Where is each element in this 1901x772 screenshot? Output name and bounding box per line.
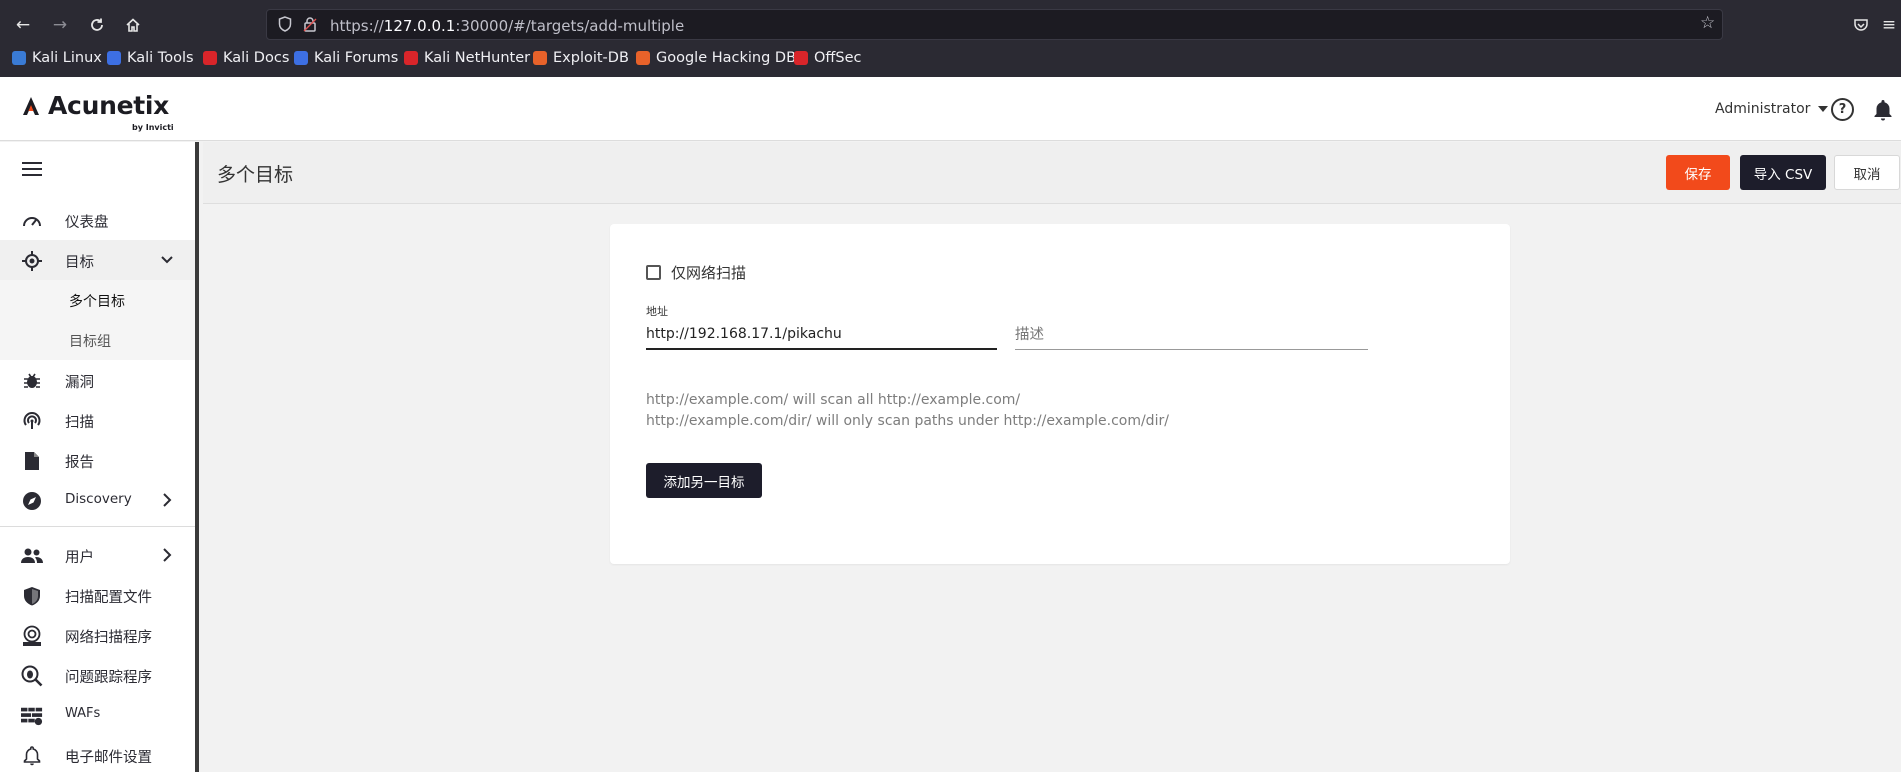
bookmark-kali-tools[interactable]: Kali Tools xyxy=(107,50,194,66)
cancel-button[interactable]: 取消 xyxy=(1834,155,1900,190)
waf-icon xyxy=(21,705,43,727)
sidebar-scrollbar[interactable] xyxy=(195,142,199,772)
forward-icon[interactable]: → xyxy=(47,12,73,38)
kali-icon xyxy=(12,51,26,65)
bookmark-exploit-db[interactable]: Exploit-DB xyxy=(533,50,629,66)
import-csv-button[interactable]: 导入 CSV xyxy=(1740,155,1826,190)
users-icon xyxy=(21,545,43,567)
add-targets-form: 仅网络扫描 地址 http://example.com/ will scan a… xyxy=(610,224,1510,564)
report-icon xyxy=(21,450,43,472)
lock-icon[interactable] xyxy=(303,16,317,36)
sidebar-item-discovery[interactable]: Discovery xyxy=(0,480,195,520)
dashboard-icon xyxy=(21,210,43,232)
sidebar-item-dashboard[interactable]: 仪表盘 xyxy=(0,200,195,240)
chevron-down-icon[interactable] xyxy=(160,250,174,270)
scan-icon xyxy=(21,410,43,432)
sidebar-item-vulnerabilities[interactable]: 漏洞 xyxy=(0,360,195,400)
hamburger-menu-icon[interactable] xyxy=(22,162,42,176)
reload-icon[interactable] xyxy=(84,12,110,38)
ghdb-icon xyxy=(636,51,650,65)
bookmark-google-hacking-db[interactable]: Google Hacking DB xyxy=(636,50,796,66)
sidebar-item-target-groups[interactable]: 目标组 xyxy=(0,320,195,360)
help-text-line-1: http://example.com/ will scan all http:/… xyxy=(646,392,1021,408)
address-bar[interactable]: https://127.0.0.1:30000/#/targets/add-mu… xyxy=(266,9,1723,40)
bookmark-kali-forums[interactable]: Kali Forums xyxy=(294,50,398,66)
sidebar-item-multiple-targets[interactable]: 多个目标 xyxy=(0,280,195,320)
sidebar-item-scan-profiles[interactable]: 扫描配置文件 xyxy=(0,575,195,615)
chevron-right-icon[interactable] xyxy=(160,490,174,510)
browser-chrome: ← → https://127.0.0.1:30000/#/targets/ad… xyxy=(0,0,1901,77)
address-input[interactable] xyxy=(646,320,997,350)
sidebar-divider xyxy=(0,526,195,527)
save-button[interactable]: 保存 xyxy=(1666,155,1730,190)
back-icon[interactable]: ← xyxy=(10,12,36,38)
bell-icon xyxy=(21,745,43,767)
bookmarks-bar: Kali Linux Kali Tools Kali Docs Kali For… xyxy=(0,48,1901,72)
exploit-db-icon xyxy=(533,51,547,65)
sidebar-item-scans[interactable]: 扫描 xyxy=(0,400,195,440)
chevron-right-icon[interactable] xyxy=(160,545,174,565)
sidebar-item-reports[interactable]: 报告 xyxy=(0,440,195,480)
bookmark-kali-linux[interactable]: Kali Linux xyxy=(12,50,102,66)
help-text-line-2: http://example.com/dir/ will only scan p… xyxy=(646,413,1169,429)
bookmark-offsec[interactable]: OffSec xyxy=(794,50,862,66)
star-icon[interactable]: ☆ xyxy=(1700,13,1715,33)
notifications-bell-icon[interactable] xyxy=(1872,98,1894,122)
acunetix-logo-icon xyxy=(23,97,39,115)
url-text[interactable]: https://127.0.0.1:30000/#/targets/add-mu… xyxy=(330,17,684,35)
kali-nethunter-icon xyxy=(404,51,418,65)
user-menu[interactable]: Administrator xyxy=(1715,101,1829,117)
bookmark-kali-docs[interactable]: Kali Docs xyxy=(203,50,289,66)
bug-icon xyxy=(21,370,43,392)
menu-icon[interactable]: ≡ xyxy=(1876,12,1901,38)
page-title: 多个目标 xyxy=(217,164,294,186)
network-only-checkbox[interactable] xyxy=(646,265,661,280)
sidebar-item-issue-trackers[interactable]: 问题跟踪程序 xyxy=(0,655,195,695)
network-only-label: 仅网络扫描 xyxy=(671,264,747,282)
help-icon[interactable]: ? xyxy=(1831,98,1854,121)
kali-forums-icon xyxy=(294,51,308,65)
shield-icon[interactable] xyxy=(278,16,292,36)
bookmark-kali-nethunter[interactable]: Kali NetHunter xyxy=(404,50,530,66)
description-input[interactable] xyxy=(1015,320,1368,350)
sidebar-item-network-scanner[interactable]: 网络扫描程序 xyxy=(0,615,195,655)
address-label: 地址 xyxy=(646,305,668,318)
browser-toolbar: ← → https://127.0.0.1:30000/#/targets/ad… xyxy=(0,6,1901,44)
compass-icon xyxy=(21,490,43,512)
user-name: Administrator xyxy=(1715,101,1811,117)
network-scanner-icon xyxy=(21,625,43,647)
add-another-target-button[interactable]: 添加另一目标 xyxy=(646,463,762,498)
issue-tracker-icon xyxy=(21,665,43,687)
sidebar-item-email-settings[interactable]: 电子邮件设置 xyxy=(0,735,195,772)
sidebar: 仪表盘 目标 多个目标 目标组 漏洞 扫描 报告 Discovery 用户 扫描… xyxy=(0,142,195,772)
offsec-icon xyxy=(794,51,808,65)
kali-docs-icon xyxy=(203,51,217,65)
kali-tools-icon xyxy=(107,51,121,65)
sidebar-item-users[interactable]: 用户 xyxy=(0,535,195,575)
target-icon xyxy=(21,250,43,272)
page-toolbar: 多个目标 保存 导入 CSV 取消 xyxy=(203,142,1901,204)
app-header: Acunetix by Invicti Administrator ? xyxy=(0,77,1901,141)
sidebar-item-targets[interactable]: 目标 xyxy=(0,240,195,280)
network-only-scan[interactable]: 仅网络扫描 xyxy=(646,262,746,283)
pocket-icon[interactable] xyxy=(1848,12,1874,38)
shield-icon xyxy=(21,585,43,607)
sidebar-item-wafs[interactable]: WAFs xyxy=(0,695,195,735)
home-icon[interactable] xyxy=(120,12,146,38)
caret-down-icon xyxy=(1818,106,1829,112)
